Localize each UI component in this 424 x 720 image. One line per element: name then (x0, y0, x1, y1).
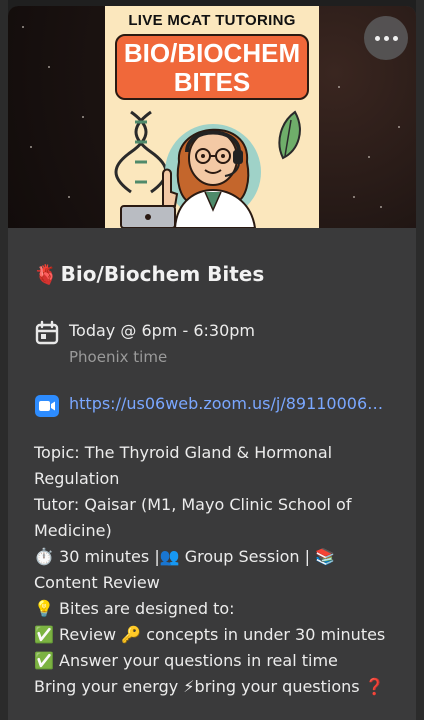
key-icon: 🔑 (121, 625, 142, 644)
description-tutor: Tutor: Qaisar (M1, Mayo Clinic School of… (34, 495, 352, 540)
check-icon: ✅ (34, 651, 54, 670)
poster-title-line2: BITES (173, 67, 251, 97)
event-poster-image: LIVE MCAT TUTORING BIO/BIOCHEM BITES (105, 6, 319, 228)
description-energy: Bring your energy ⚡bring your questions … (34, 674, 394, 700)
poster-title-badge: BIO/BIOCHEM BITES (115, 34, 309, 100)
bites-text: Bites are designed to: (59, 599, 235, 618)
review-text-a: Review (59, 625, 117, 644)
question-mark-icon: ❓ (364, 677, 385, 696)
event-title-row: 🫀 Bio/Biochem Bites (34, 262, 264, 286)
description-format: ⏱️ 30 minutes |👥 Group Session | 📚 Conte… (34, 544, 394, 596)
zoom-icon (35, 395, 59, 417)
event-description: Topic: The Thyroid Gland & Hormonal Regu… (34, 440, 394, 700)
backdrop-right (416, 0, 424, 720)
more-dot-icon (383, 35, 389, 41)
format-duration: 30 minutes | (59, 547, 160, 566)
event-link-row: https://us06web.zoom.us/j/891100067… (34, 393, 387, 419)
answer-text: Answer your questions in real time (59, 651, 338, 670)
event-time-row: Today @ 6pm - 6:30pm Phoenix time (34, 320, 255, 368)
format-content: Content Review (34, 573, 160, 592)
calendar-icon (35, 320, 59, 345)
description-answer: ✅ Answer your questions in real time (34, 648, 394, 674)
event-title: Bio/Biochem Bites (60, 262, 265, 286)
dna-icon (114, 110, 168, 194)
review-text-b: concepts in under 30 minutes (146, 625, 386, 644)
more-dot-icon (392, 35, 398, 41)
event-timezone: Phoenix time (69, 348, 168, 366)
leaf-icon (278, 110, 301, 160)
poster-heading: LIVE MCAT TUTORING (128, 12, 296, 29)
description-topic: Topic: The Thyroid Gland & Hormonal Regu… (34, 443, 333, 488)
lightbulb-icon: 💡 (34, 599, 54, 618)
description-review: ✅ Review 🔑 concepts in under 30 minutes (34, 622, 394, 648)
description-bites: 💡 Bites are designed to: (34, 596, 394, 622)
format-group: Group Session | (184, 547, 311, 566)
books-icon: 📚 (315, 547, 336, 566)
more-dot-icon (374, 35, 380, 41)
event-banner: LIVE MCAT TUTORING BIO/BIOCHEM BITES (8, 6, 416, 228)
more-options-button[interactable] (364, 16, 408, 60)
poster-title-line1: BIO/BIOCHEM (123, 38, 301, 68)
zoom-meeting-link[interactable]: https://us06web.zoom.us/j/891100067… (69, 393, 387, 419)
anatomical-heart-icon: 🫀 (34, 263, 58, 286)
tutor-illustration (114, 110, 301, 228)
group-icon: 👥 (159, 547, 180, 566)
laptop-icon (120, 205, 176, 228)
event-card: LIVE MCAT TUTORING BIO/BIOCHEM BITES 🫀 B… (8, 6, 416, 720)
stopwatch-icon: ⏱️ (34, 547, 54, 566)
backdrop-left (0, 0, 8, 720)
event-date-time: Today @ 6pm - 6:30pm (69, 321, 255, 340)
energy-text-a: Bring your energy (34, 677, 179, 696)
lightning-icon: ⚡ (183, 677, 195, 696)
check-icon: ✅ (34, 625, 54, 644)
energy-text-b: bring your questions (194, 677, 360, 696)
